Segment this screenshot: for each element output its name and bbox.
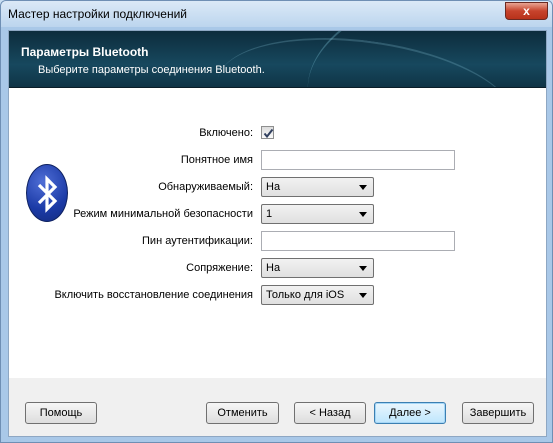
checkmark-icon	[263, 128, 274, 139]
header-banner: Параметры Bluetooth Выберите параметры с…	[9, 31, 546, 88]
page-title: Параметры Bluetooth	[21, 45, 149, 59]
reconnect-value: Только для iOS	[266, 289, 345, 301]
help-button[interactable]: Помощь	[25, 402, 97, 424]
chevron-down-icon	[359, 185, 367, 190]
reconnect-label: Включить восстановление соединения	[54, 289, 253, 301]
wizard-window: Мастер настройки подключений x Параметры…	[0, 0, 553, 443]
pin-field[interactable]	[261, 231, 455, 251]
discoverable-select[interactable]: На	[261, 177, 374, 197]
cancel-button[interactable]: Отменить	[206, 402, 279, 424]
close-button[interactable]: x	[505, 2, 548, 20]
reconnect-select[interactable]: Только для iOS	[261, 285, 374, 305]
page-subtitle: Выберите параметры соединения Bluetooth.	[38, 64, 265, 76]
pin-label: Пин аутентификации:	[142, 235, 253, 247]
chevron-down-icon	[359, 293, 367, 298]
window-title: Мастер настройки подключений	[8, 7, 187, 21]
discoverable-value: На	[266, 181, 281, 193]
min-security-value: 1	[266, 208, 273, 220]
settings-panel: Включено: Понятное имя Обнаруживаемый: Н…	[9, 88, 546, 378]
bluetooth-icon	[26, 164, 68, 222]
pairing-label: Сопряжение:	[186, 262, 253, 274]
chevron-down-icon	[359, 266, 367, 271]
min-security-label: Режим минимальной безопасности	[73, 208, 253, 220]
close-icon: x	[523, 4, 530, 18]
finish-button[interactable]: Завершить	[462, 402, 534, 424]
enabled-label: Включено:	[199, 127, 253, 139]
wizard-frame: Параметры Bluetooth Выберите параметры с…	[8, 30, 547, 437]
min-security-select[interactable]: 1	[261, 204, 374, 224]
title-bar[interactable]: Мастер настройки подключений x	[1, 1, 552, 27]
enabled-checkbox[interactable]	[261, 126, 274, 139]
discoverable-label: Обнаруживаемый:	[158, 181, 253, 193]
chevron-down-icon	[359, 212, 367, 217]
friendly-name-label: Понятное имя	[180, 154, 253, 166]
back-button[interactable]: < Назад	[294, 402, 366, 424]
pairing-select[interactable]: На	[261, 258, 374, 278]
pairing-value: На	[266, 262, 281, 274]
next-button[interactable]: Далее >	[374, 402, 446, 424]
friendly-name-field[interactable]	[261, 150, 455, 170]
